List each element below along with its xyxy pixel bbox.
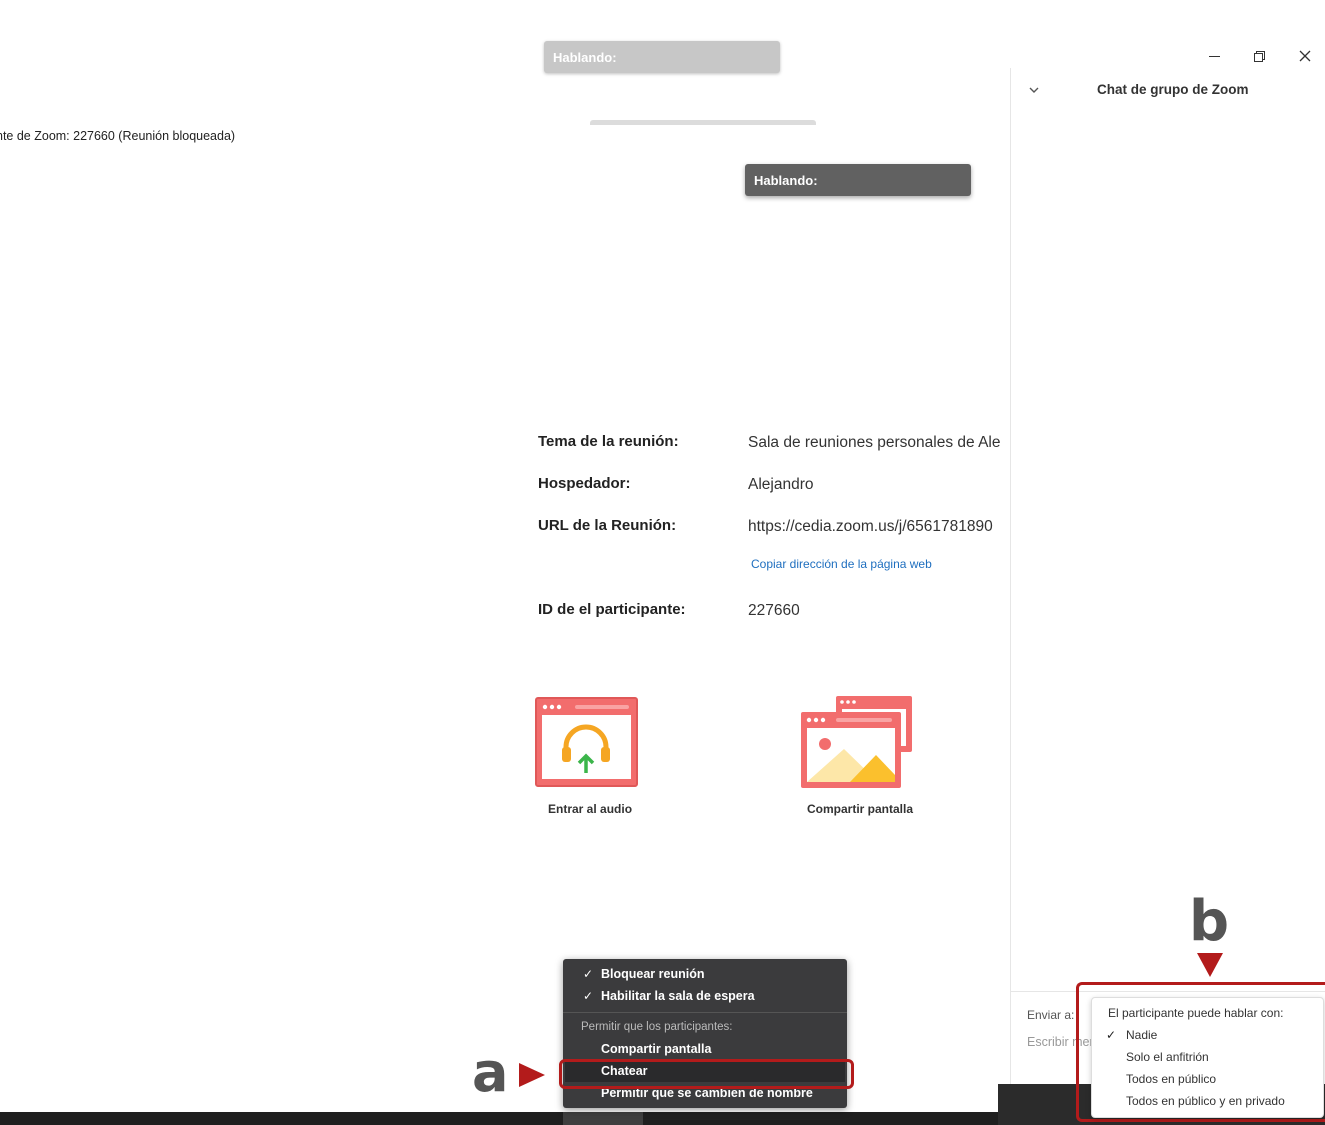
minimize-icon: [1208, 55, 1220, 57]
join-audio-label: Entrar al audio: [548, 802, 633, 816]
join-audio-button[interactable]: [535, 697, 638, 789]
menu-item-waiting-room[interactable]: Habilitar la sala de espera: [601, 989, 755, 1003]
video-tile-edge: [590, 120, 816, 125]
annotation-highlight-a: [559, 1059, 854, 1089]
close-icon: [1299, 50, 1311, 62]
copy-url-link[interactable]: Copiar dirección de la página web: [751, 557, 932, 571]
restore-icon: [1253, 50, 1265, 62]
minimize-button[interactable]: [1202, 44, 1226, 68]
speaking-indicator-video: Hablando:: [745, 164, 971, 196]
meeting-toolbar: [0, 1112, 1000, 1125]
speaking-label: Hablando:: [754, 172, 818, 188]
join-audio-icon: [535, 697, 638, 787]
menu-item-share-screen[interactable]: Compartir pantalla: [601, 1042, 711, 1056]
arrow-right-icon: [519, 1063, 545, 1087]
share-screen-button[interactable]: [800, 695, 913, 790]
share-screen-icon: [801, 696, 912, 788]
popup-option-nobody[interactable]: Nadie: [1126, 1028, 1157, 1042]
annotation-letter-b: b: [1189, 889, 1230, 954]
host-value: Alejandro: [748, 476, 814, 493]
host-label: Hospedador:: [538, 475, 631, 492]
menu-item-lock-meeting[interactable]: Bloquear reunión: [601, 967, 704, 981]
close-button[interactable]: [1293, 44, 1317, 68]
restore-button[interactable]: [1247, 44, 1271, 68]
participant-id-value: 227660: [748, 602, 800, 619]
popup-option-everyone-public[interactable]: Todos en público: [1126, 1072, 1216, 1086]
popup-option-everyone-public-private[interactable]: Todos en público y en privado: [1126, 1094, 1285, 1108]
topic-value: Sala de reuniones personales de Alej: [748, 434, 1000, 451]
menu-allow-header: Permitir que los participantes:: [581, 1021, 733, 1033]
annotation-letter-a: a: [472, 1041, 509, 1104]
security-button[interactable]: [563, 1112, 643, 1125]
check-icon: ✓: [1106, 1028, 1117, 1042]
popup-option-host-only[interactable]: Solo el anfitrión: [1126, 1050, 1209, 1064]
check-icon: ✓: [583, 967, 594, 981]
speaking-label: Hablando:: [553, 49, 617, 65]
window-title: nte de Zoom: 227660 (Reunión bloqueada): [0, 129, 236, 143]
topic-label: Tema de la reunión:: [538, 433, 679, 450]
send-to-label: Enviar a:: [1027, 1008, 1075, 1022]
chat-panel: [1010, 68, 1325, 1125]
arrow-down-icon: [1197, 953, 1223, 977]
chevron-down-icon[interactable]: [1028, 84, 1040, 96]
popup-header: El participante puede hablar con:: [1108, 1006, 1284, 1020]
speaking-indicator-top: Hablando:: [544, 41, 780, 73]
menu-divider: [563, 1012, 847, 1013]
url-value: https://cedia.zoom.us/j/6561781890: [748, 518, 993, 535]
url-label: URL de la Reunión:: [538, 517, 677, 534]
check-icon: ✓: [583, 989, 594, 1003]
participant-id-label: ID de el participante:: [538, 601, 686, 618]
share-screen-label: Compartir pantalla: [807, 802, 914, 816]
chat-title: Chat de grupo de Zoom: [1097, 82, 1249, 97]
